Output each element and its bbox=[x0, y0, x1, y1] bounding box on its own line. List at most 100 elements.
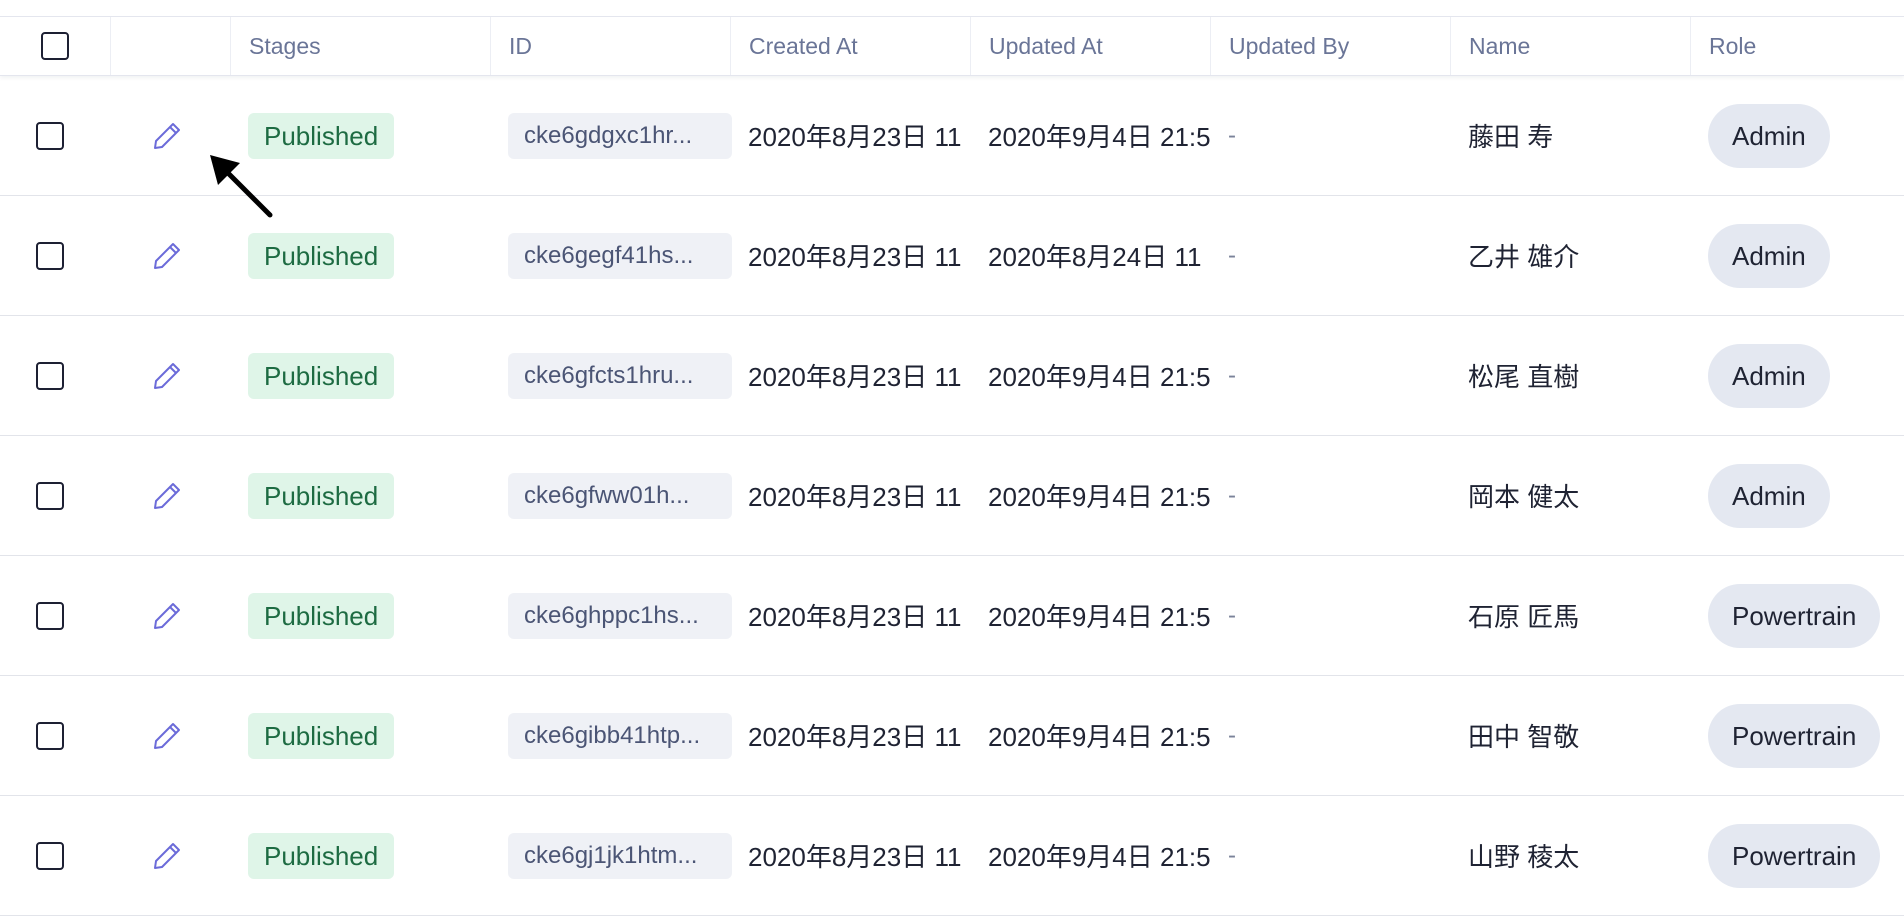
pencil-icon[interactable] bbox=[150, 359, 184, 393]
row-name-cell: 松尾 直樹 bbox=[1468, 316, 1668, 435]
row-select-checkbox[interactable] bbox=[36, 361, 64, 390]
table-row[interactable]: Published cke6gdgxc1hr... 2020年8月23日 11 … bbox=[0, 76, 1904, 196]
row-updated-by-cell: - bbox=[1228, 556, 1428, 675]
name-value: 石原 匠馬 bbox=[1468, 602, 1580, 632]
row-stage-cell: Published bbox=[248, 676, 488, 795]
updated-by-value: - bbox=[1228, 721, 1236, 749]
created-at-value: 2020年8月23日 11 bbox=[748, 122, 962, 152]
row-name-cell: 岡本 健太 bbox=[1468, 436, 1668, 555]
table-row[interactable]: Published cke6ghppc1hs... 2020年8月23日 11 … bbox=[0, 556, 1904, 676]
column-header-name-label: Name bbox=[1469, 32, 1531, 59]
id-badge[interactable]: cke6gfww01h... bbox=[508, 472, 732, 519]
row-edit-cell bbox=[150, 196, 194, 315]
column-header-updated-at[interactable]: Updated At bbox=[970, 17, 1210, 75]
row-edit-cell bbox=[150, 796, 194, 915]
table-row[interactable]: Published cke6gfcts1hru... 2020年8月23日 11… bbox=[0, 316, 1904, 436]
stage-badge: Published bbox=[248, 232, 395, 279]
column-header-role[interactable]: Role bbox=[1690, 17, 1904, 75]
pencil-icon[interactable] bbox=[150, 119, 184, 153]
row-stage-cell: Published bbox=[248, 196, 488, 315]
role-badge: Admin bbox=[1708, 103, 1830, 168]
name-value: 乙井 雄介 bbox=[1468, 242, 1580, 272]
row-stage-cell: Published bbox=[248, 556, 488, 675]
table-row[interactable]: Published cke6gj1jk1htm... 2020年8月23日 11… bbox=[0, 796, 1904, 916]
row-checkbox-cell bbox=[0, 796, 100, 915]
table-row[interactable]: Published cke6gegf41hs... 2020年8月23日 11 … bbox=[0, 196, 1904, 316]
row-updated-at-cell: 2020年9月4日 21:5 bbox=[988, 676, 1210, 795]
updated-by-value: - bbox=[1228, 361, 1236, 389]
column-header-stages[interactable]: Stages bbox=[230, 17, 490, 75]
row-created-at-cell: 2020年8月23日 11 bbox=[748, 436, 970, 555]
header-checkbox-cell bbox=[0, 17, 110, 75]
pencil-icon[interactable] bbox=[150, 599, 184, 633]
id-badge[interactable]: cke6gdgxc1hr... bbox=[508, 112, 732, 159]
pencil-icon[interactable] bbox=[150, 479, 184, 513]
row-stage-cell: Published bbox=[248, 436, 488, 555]
stage-badge: Published bbox=[248, 472, 395, 519]
column-header-id[interactable]: ID bbox=[490, 17, 730, 75]
row-name-cell: 乙井 雄介 bbox=[1468, 196, 1668, 315]
table-row[interactable]: Published cke6gfww01h... 2020年8月23日 11 2… bbox=[0, 436, 1904, 556]
row-created-at-cell: 2020年8月23日 11 bbox=[748, 676, 970, 795]
row-updated-by-cell: - bbox=[1228, 796, 1428, 915]
updated-by-value: - bbox=[1228, 241, 1236, 269]
row-updated-by-cell: - bbox=[1228, 196, 1428, 315]
name-value: 藤田 寿 bbox=[1468, 122, 1554, 152]
row-checkbox-cell bbox=[0, 676, 100, 795]
column-header-updated-by[interactable]: Updated By bbox=[1210, 17, 1450, 75]
select-all-checkbox[interactable] bbox=[41, 32, 69, 60]
row-created-at-cell: 2020年8月23日 11 bbox=[748, 76, 970, 195]
row-select-checkbox[interactable] bbox=[36, 481, 64, 510]
row-checkbox-cell bbox=[0, 556, 100, 675]
row-created-at-cell: 2020年8月23日 11 bbox=[748, 556, 970, 675]
updated-at-value: 2020年9月4日 21:5 bbox=[988, 482, 1210, 512]
row-select-checkbox[interactable] bbox=[36, 601, 64, 630]
row-stage-cell: Published bbox=[248, 796, 488, 915]
role-badge: Powertrain bbox=[1708, 703, 1881, 768]
table-row[interactable]: Published cke6gibb41htp... 2020年8月23日 11… bbox=[0, 676, 1904, 796]
row-updated-by-cell: - bbox=[1228, 316, 1428, 435]
row-id-cell: cke6gj1jk1htm... bbox=[508, 796, 732, 915]
row-role-cell: Powertrain bbox=[1708, 796, 1904, 915]
stage-badge: Published bbox=[248, 832, 395, 879]
row-updated-at-cell: 2020年8月24日 11 bbox=[988, 196, 1210, 315]
column-header-role-label: Role bbox=[1709, 32, 1757, 59]
updated-at-value: 2020年9月4日 21:5 bbox=[988, 362, 1210, 392]
id-badge[interactable]: cke6ghppc1hs... bbox=[508, 592, 732, 639]
created-at-value: 2020年8月23日 11 bbox=[748, 482, 962, 512]
row-role-cell: Powertrain bbox=[1708, 556, 1904, 675]
row-edit-cell bbox=[150, 556, 194, 675]
updated-by-value: - bbox=[1228, 121, 1236, 149]
row-name-cell: 藤田 寿 bbox=[1468, 76, 1668, 195]
column-header-name[interactable]: Name bbox=[1450, 17, 1690, 75]
stage-badge: Published bbox=[248, 592, 395, 639]
stage-badge: Published bbox=[248, 712, 395, 759]
column-header-stages-label: Stages bbox=[249, 32, 321, 59]
column-header-created-at[interactable]: Created At bbox=[730, 17, 970, 75]
created-at-value: 2020年8月23日 11 bbox=[748, 242, 962, 272]
name-value: 田中 智敬 bbox=[1468, 722, 1580, 752]
row-select-checkbox[interactable] bbox=[36, 121, 64, 150]
updated-at-value: 2020年9月4日 21:5 bbox=[988, 122, 1210, 152]
row-edit-cell bbox=[150, 76, 194, 195]
row-stage-cell: Published bbox=[248, 76, 488, 195]
row-role-cell: Admin bbox=[1708, 316, 1904, 435]
created-at-value: 2020年8月23日 11 bbox=[748, 362, 962, 392]
id-badge[interactable]: cke6gj1jk1htm... bbox=[508, 832, 732, 879]
row-id-cell: cke6gfcts1hru... bbox=[508, 316, 732, 435]
pencil-icon[interactable] bbox=[150, 239, 184, 273]
created-at-value: 2020年8月23日 11 bbox=[748, 602, 962, 632]
created-at-value: 2020年8月23日 11 bbox=[748, 722, 962, 752]
column-header-id-label: ID bbox=[509, 32, 532, 59]
row-select-checkbox[interactable] bbox=[36, 841, 64, 870]
id-badge[interactable]: cke6gfcts1hru... bbox=[508, 352, 732, 399]
pencil-icon[interactable] bbox=[150, 839, 184, 873]
column-header-updated-by-label: Updated By bbox=[1229, 32, 1350, 59]
row-name-cell: 田中 智敬 bbox=[1468, 676, 1668, 795]
updated-by-value: - bbox=[1228, 481, 1236, 509]
id-badge[interactable]: cke6gibb41htp... bbox=[508, 712, 732, 759]
row-select-checkbox[interactable] bbox=[36, 241, 64, 270]
pencil-icon[interactable] bbox=[150, 719, 184, 753]
id-badge[interactable]: cke6gegf41hs... bbox=[508, 232, 732, 279]
row-select-checkbox[interactable] bbox=[36, 721, 64, 750]
